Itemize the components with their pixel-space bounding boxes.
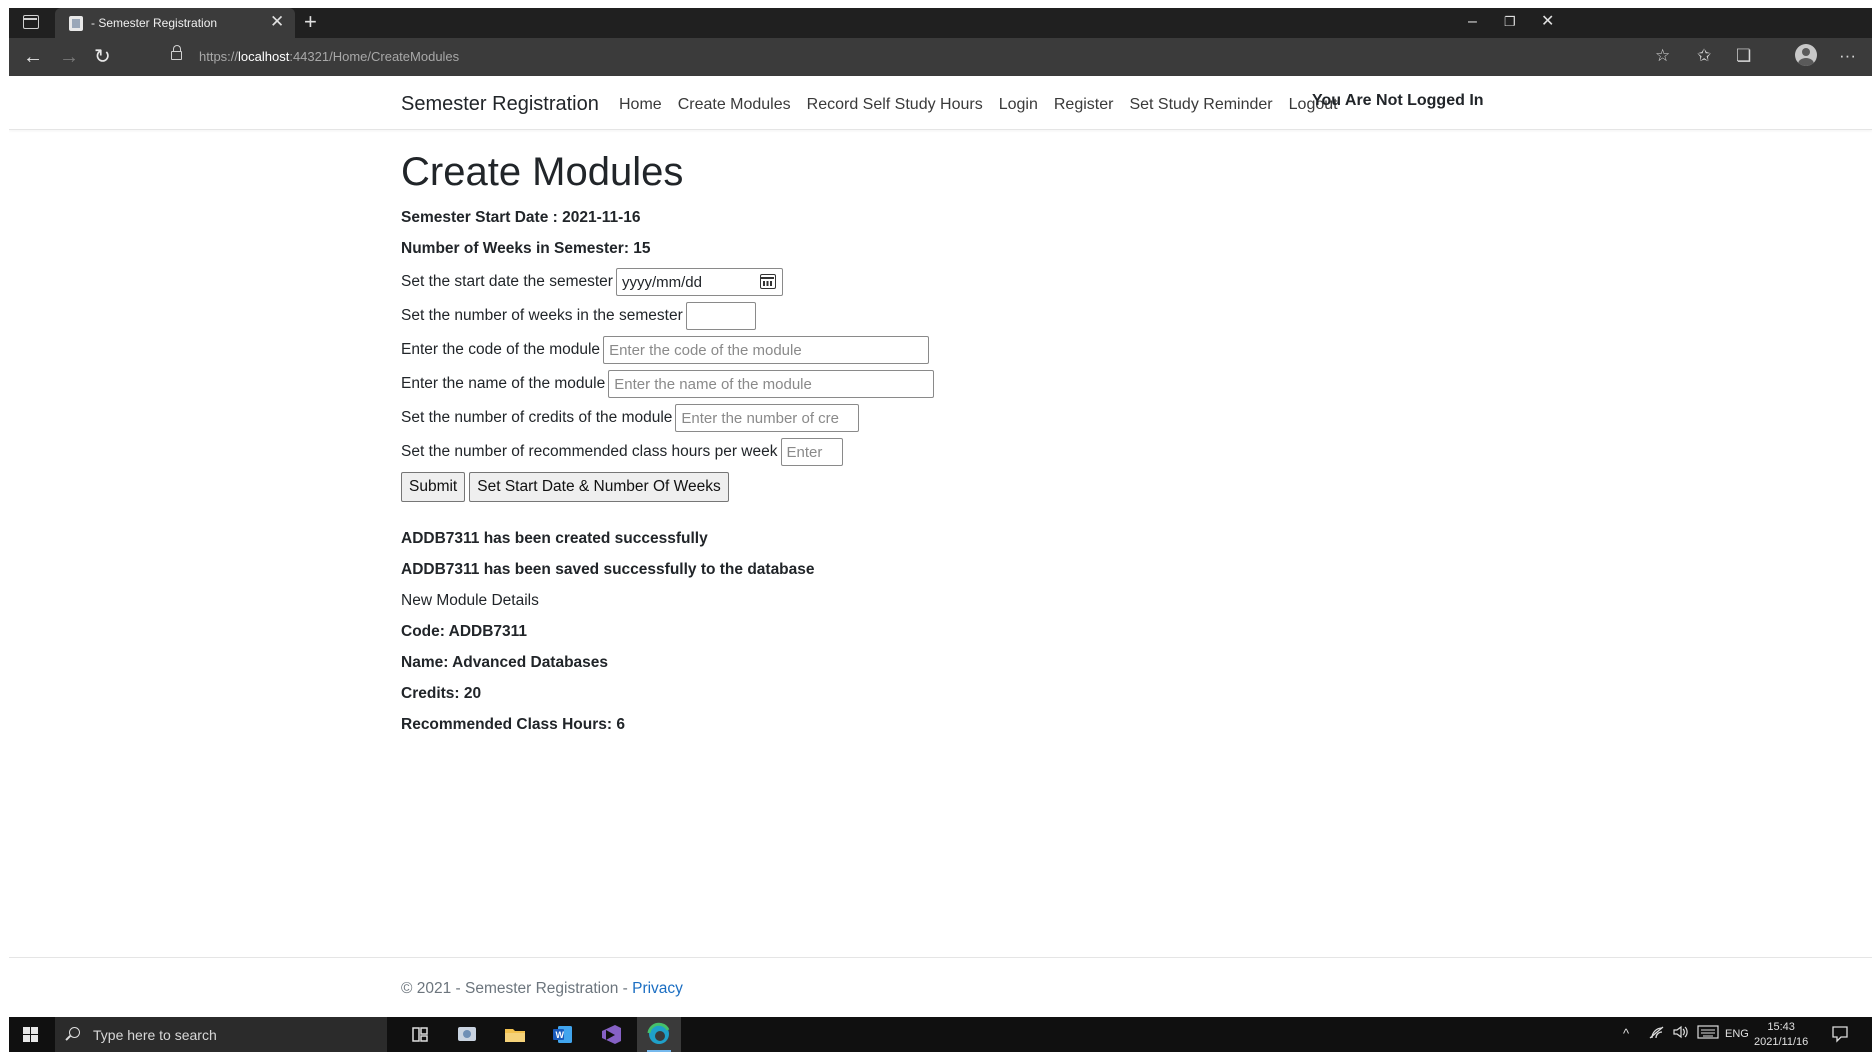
submit-button[interactable]: Submit <box>401 472 466 502</box>
credits-input[interactable] <box>675 404 860 432</box>
form-buttons: Submit Set Start Date & Number Of Weeks <box>401 472 1501 502</box>
semester-weeks: Number of Weeks in Semester: 15 <box>401 240 651 257</box>
edge-browser-icon[interactable] <box>637 1017 681 1052</box>
screen-border-left <box>0 0 9 1052</box>
tab-title: - Semester Registration <box>91 16 218 30</box>
calendar-icon[interactable] <box>759 274 776 289</box>
navbar-brand[interactable]: Semester Registration <box>401 93 599 116</box>
more-icon[interactable]: ··· <box>1839 45 1856 67</box>
semester-start-date: Semester Start Date : 2021-11-16 <box>401 209 641 226</box>
class-hours-label: Set the number of recommended class hour… <box>401 443 778 460</box>
task-view-icon[interactable] <box>398 1017 442 1052</box>
clock-time: 15:43 <box>1767 1021 1795 1033</box>
class-hours-row: Set the number of recommended class hour… <box>401 438 1501 466</box>
module-code-label: Enter the code of the module <box>401 341 601 358</box>
module-name-row: Enter the name of the module <box>401 370 1501 398</box>
nav-link-login[interactable]: Login <box>991 96 1046 114</box>
minimize-icon[interactable]: – <box>1468 12 1477 32</box>
word-icon[interactable]: W <box>541 1017 585 1052</box>
weeks-label: Set the number of weeks in the semester <box>401 307 683 324</box>
volume-icon[interactable] <box>1672 1024 1690 1043</box>
nav-link-home[interactable]: Home <box>611 96 670 114</box>
module-code-input[interactable] <box>603 336 930 364</box>
nav-link-set-study-reminder[interactable]: Set Study Reminder <box>1121 96 1280 114</box>
url-field[interactable]: https://localhost:44321/Home/CreateModul… <box>151 42 1651 72</box>
nav-link-record-self-study-hours[interactable]: Record Self Study Hours <box>799 96 991 114</box>
url-text: https://localhost:44321/Home/CreateModul… <box>199 49 460 64</box>
login-status: You Are Not Logged In <box>1312 92 1484 109</box>
notifications-icon[interactable] <box>1831 1025 1849 1046</box>
restore-icon[interactable]: ❐ <box>1504 12 1516 32</box>
taskbar-clock[interactable]: 15:43 2021/11/16 <box>1754 1020 1808 1050</box>
copyright-text: © 2021 - Semester Registration - <box>401 980 633 997</box>
clock-date: 2021/11/16 <box>1754 1036 1809 1048</box>
credits-row: Set the number of credits of the module <box>401 404 1501 432</box>
detail-code: Code: ADDB7311 <box>401 623 528 640</box>
screen-border-top <box>0 0 1873 8</box>
privacy-link[interactable]: Privacy <box>632 980 683 997</box>
class-hours-input[interactable] <box>780 438 843 466</box>
module-code-row: Enter the code of the module <box>401 336 1501 364</box>
favorites-icon[interactable]: ✩ <box>1697 45 1711 67</box>
snipping-tool-icon[interactable] <box>445 1017 489 1052</box>
nav-link-register[interactable]: Register <box>1046 96 1122 114</box>
refresh-icon[interactable]: ↻ <box>94 46 111 68</box>
footer-text: © 2021 - Semester Registration - Privacy <box>401 980 683 998</box>
tray-chevron-icon[interactable]: ^ <box>1623 1026 1629 1041</box>
windows-taskbar: Type here to search W ^ ENG 15:43 2021/1… <box>9 1017 1872 1052</box>
start-date-placeholder: yyyy/mm/dd <box>621 274 702 291</box>
windows-start-icon[interactable] <box>23 1027 39 1043</box>
start-date-label: Set the start date the semester <box>401 273 613 290</box>
keyboard-icon[interactable] <box>1697 1025 1719 1042</box>
collections-icon[interactable]: ❏ <box>1736 45 1751 67</box>
module-name-label: Enter the name of the module <box>401 375 606 392</box>
site-navbar: Semester Registration Home Create Module… <box>9 76 1872 130</box>
network-icon[interactable] <box>1649 1024 1665 1043</box>
forward-icon[interactable]: → <box>59 46 79 68</box>
detail-credits: Credits: 20 <box>401 685 482 702</box>
file-explorer-icon[interactable] <box>493 1017 537 1052</box>
tab-actions-icon[interactable] <box>23 15 39 29</box>
close-tab-icon[interactable]: ✕ <box>270 13 284 31</box>
back-icon[interactable]: ← <box>23 46 43 68</box>
weeks-row: Set the number of weeks in the semester <box>401 302 1501 330</box>
credits-label: Set the number of credits of the module <box>401 409 673 426</box>
navbar-links: Home Create Modules Record Self Study Ho… <box>611 96 1346 114</box>
taskbar-search-placeholder: Type here to search <box>93 1027 217 1043</box>
search-icon <box>69 1027 80 1038</box>
saved-message: ADDB7311 has been saved successfully to … <box>401 561 815 578</box>
new-tab-icon[interactable]: + <box>304 10 317 34</box>
visual-studio-icon[interactable] <box>589 1017 633 1052</box>
browser-address-bar: ← → ↻ https://localhost:44321/Home/Creat… <box>9 38 1872 76</box>
detail-name: Name: Advanced Databases <box>401 654 609 671</box>
page-title: Create Modules <box>401 150 684 194</box>
main-content: Create Modules Semester Start Date : 202… <box>401 130 1501 747</box>
page-favicon-icon <box>69 16 83 31</box>
footer: © 2021 - Semester Registration - Privacy <box>9 957 1872 1017</box>
created-message: ADDB7311 has been created successfully <box>401 530 708 547</box>
start-date-row: Set the start date the semester yyyy/mm/… <box>401 268 1501 296</box>
nav-link-create-modules[interactable]: Create Modules <box>670 96 799 114</box>
weeks-input[interactable] <box>685 302 756 330</box>
set-start-date-button[interactable]: Set Start Date & Number Of Weeks <box>469 472 729 502</box>
module-name-input[interactable] <box>608 370 935 398</box>
details-heading: New Module Details <box>401 592 539 609</box>
language-indicator[interactable]: ENG <box>1725 1028 1749 1040</box>
browser-tab-bar: - Semester Registration ✕ + – ❐ ✕ <box>9 8 1872 38</box>
taskbar-search-box[interactable]: Type here to search <box>55 1017 387 1052</box>
result-block: ADDB7311 has been created successfully A… <box>401 530 1501 734</box>
add-favorite-icon[interactable]: ☆ <box>1655 45 1670 67</box>
lock-icon[interactable] <box>171 45 182 60</box>
profile-avatar-icon[interactable] <box>1795 44 1817 66</box>
svg-text:W: W <box>556 1030 565 1040</box>
browser-tab[interactable]: - Semester Registration ✕ <box>55 8 295 38</box>
detail-class-hours: Recommended Class Hours: 6 <box>401 716 625 733</box>
window-close-icon[interactable]: ✕ <box>1541 12 1554 32</box>
start-date-input[interactable]: yyyy/mm/dd <box>615 268 783 296</box>
